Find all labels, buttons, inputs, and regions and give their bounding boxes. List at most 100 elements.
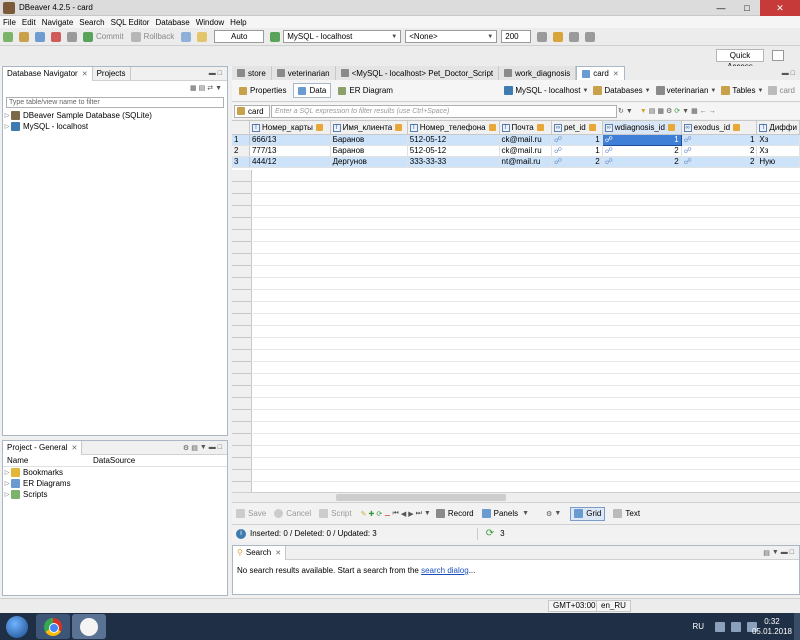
minimize-button[interactable]: — xyxy=(708,0,734,16)
menu-help[interactable]: Help xyxy=(227,18,249,27)
cell[interactable]: Баранов xyxy=(330,145,408,157)
menu-database[interactable]: Database xyxy=(152,18,192,27)
table-row[interactable]: 2 777/13 Баранов 512-05-12 ck@mail.ru ☍ 1… xyxy=(232,145,800,157)
cell-exodus-id[interactable]: ☍ 1 xyxy=(681,134,758,146)
nav-back-icon[interactable] xyxy=(569,31,580,42)
breadcrumb-table[interactable]: card xyxy=(768,86,795,95)
tab-properties[interactable]: Properties xyxy=(234,83,291,98)
invalidate-icon[interactable] xyxy=(67,31,77,42)
minimize-view-icon[interactable]: ▬ xyxy=(781,549,788,557)
link-icon[interactable]: ☍ xyxy=(554,157,562,166)
cell[interactable]: 512-05-12 xyxy=(407,134,500,146)
clock[interactable]: 0:32 05.01.2018 xyxy=(752,617,792,637)
cell[interactable]: ck@mail.ru xyxy=(499,145,552,157)
cancel-button[interactable]: Cancel xyxy=(274,509,311,518)
panels-button[interactable]: Panels ▼ xyxy=(481,509,530,518)
open-icon[interactable] xyxy=(19,31,29,42)
script-button[interactable]: Script xyxy=(319,509,352,518)
menu-edit[interactable]: Edit xyxy=(19,18,39,27)
link-icon[interactable]: ☍ xyxy=(605,146,613,155)
quick-access-button[interactable]: Quick Access xyxy=(716,49,764,71)
view-menu-icon[interactable]: ▼ xyxy=(682,108,689,115)
tab-pet-doctor-script[interactable]: <MySQL - localhost> Pet_Doctor_Script xyxy=(335,66,500,80)
chevron-down-icon[interactable]: ▼ xyxy=(554,510,561,517)
cell[interactable]: 444/12 xyxy=(249,156,331,168)
refresh-icon[interactable]: ⟳ xyxy=(674,107,680,115)
cell-pet-id[interactable]: ☍ 2 xyxy=(551,156,603,168)
minimize-view-icon[interactable]: ▬ xyxy=(209,70,216,77)
add-row-icon[interactable]: ✚ xyxy=(368,510,374,518)
cell-wdiagnosis-id[interactable]: ☍ 2 xyxy=(602,156,682,168)
menu-search[interactable]: Search xyxy=(76,18,107,27)
tree-item-mysql-localhost[interactable]: ▷ MySQL - localhost xyxy=(3,121,227,132)
save-button[interactable]: Save xyxy=(236,509,266,518)
tab-veterinarian[interactable]: veterinarian xyxy=(271,66,336,80)
next-icon[interactable]: ▶ xyxy=(408,510,413,518)
refresh-icon[interactable]: ⟳ xyxy=(486,528,494,539)
connect-icon[interactable] xyxy=(35,31,45,42)
layout-icon[interactable]: ▦ xyxy=(691,107,698,115)
column-header-phone[interactable]: T Номер_телефона xyxy=(407,121,500,135)
cell-pet-id[interactable]: ☍ 1 xyxy=(551,145,603,157)
settings-icon[interactable]: ⚙ xyxy=(546,510,552,518)
commit-icon[interactable] xyxy=(83,31,93,42)
tools-icon[interactable] xyxy=(553,31,564,42)
tab-er-diagram[interactable]: ER Diagram xyxy=(333,83,398,98)
tray-expand-icon[interactable] xyxy=(715,621,725,632)
cell[interactable]: 512-05-12 xyxy=(407,145,500,157)
breadcrumb-tables[interactable]: Tables ▼ xyxy=(721,86,763,95)
menu-navigate[interactable]: Navigate xyxy=(39,18,77,27)
tree-item-sqlite-sample[interactable]: ▷ DBeaver Sample Database (SQLite) xyxy=(3,110,227,121)
expand-icon[interactable]: ▷ xyxy=(3,469,11,476)
copy-row-icon[interactable]: ⟳ xyxy=(376,510,382,518)
column-header-card-number[interactable]: T Номер_карты xyxy=(249,121,331,135)
transaction-mode-button[interactable]: Auto xyxy=(214,30,265,43)
delete-row-icon[interactable]: ⚊ xyxy=(384,510,390,518)
toggle-icon[interactable] xyxy=(537,31,548,42)
tab-database-navigator[interactable]: Database Navigator ✕ xyxy=(3,66,93,81)
close-icon[interactable]: ✕ xyxy=(71,444,77,452)
nav-forward-icon[interactable] xyxy=(585,31,596,42)
search-history-icon[interactable]: ▤ xyxy=(763,549,770,557)
new-connection-icon[interactable] xyxy=(3,31,13,42)
tab-data[interactable]: Data xyxy=(293,83,332,98)
sql-filter-input[interactable]: Enter a SQL expression to filter results… xyxy=(271,104,617,118)
result-limit-input[interactable]: 200 xyxy=(501,30,532,43)
last-page-icon[interactable]: ⏭ xyxy=(416,510,422,518)
breadcrumb-database[interactable]: veterinarian ▼ xyxy=(655,86,716,95)
maximize-button[interactable]: □ xyxy=(734,0,760,16)
results-grid[interactable]: T Номер_карты T Имя_клиента T Номер_телефон… xyxy=(232,120,800,492)
expand-icon[interactable]: ▷ xyxy=(3,123,11,130)
connection-selector[interactable]: MySQL - localhost ▼ xyxy=(283,30,402,43)
maximize-view-icon[interactable]: □ xyxy=(218,70,222,77)
previous-icon[interactable]: ◀ xyxy=(401,510,406,518)
filter-options-icon[interactable]: ▤ xyxy=(649,107,656,115)
tab-card[interactable]: card ✕ xyxy=(576,66,625,80)
record-button[interactable]: Record xyxy=(435,509,474,518)
perspective-icon[interactable] xyxy=(772,50,784,61)
collapse-all-icon[interactable]: ▤ xyxy=(199,84,206,92)
cell-pet-id[interactable]: ☍ 1 xyxy=(551,134,603,146)
tab-projects[interactable]: Projects xyxy=(93,66,131,81)
view-menu-icon[interactable]: ▼ xyxy=(772,549,779,557)
clear-filter-icon[interactable]: ▦ xyxy=(657,107,664,115)
menu-sql-editor[interactable]: SQL Editor xyxy=(108,18,153,27)
cell[interactable]: 666/13 xyxy=(249,134,331,146)
minimize-view-icon[interactable]: ▬ xyxy=(782,70,789,77)
column-datasource-header[interactable]: DataSource xyxy=(93,456,135,465)
cell[interactable]: Хз xyxy=(756,134,800,146)
search-dialog-link[interactable]: search dialog xyxy=(421,566,469,575)
tree-item-er-diagrams[interactable]: ▷ ER Diagrams xyxy=(3,478,227,489)
link-with-editor-icon[interactable]: ⇄ xyxy=(207,84,213,92)
link-icon[interactable]: ☍ xyxy=(605,135,613,144)
edit-row-icon[interactable]: ✎ xyxy=(361,510,367,518)
close-icon[interactable]: ✕ xyxy=(275,549,281,557)
column-header-client-name[interactable]: T Имя_клиента xyxy=(330,121,408,135)
cell-exodus-id[interactable]: ☍ 2 xyxy=(681,156,758,168)
column-header-wdiagnosis-id[interactable]: ∞ wdiagnosis_id xyxy=(602,121,682,135)
settings-icon[interactable]: ⚙ xyxy=(183,444,189,452)
table-row[interactable]: 1 666/13 Баранов 512-05-12 ck@mail.ru ☍ 1… xyxy=(232,133,800,146)
close-icon[interactable]: ✕ xyxy=(613,70,619,78)
cell-wdiagnosis-id-selected[interactable]: ☍ 1 xyxy=(601,133,682,146)
link-icon[interactable]: ☍ xyxy=(684,157,692,166)
